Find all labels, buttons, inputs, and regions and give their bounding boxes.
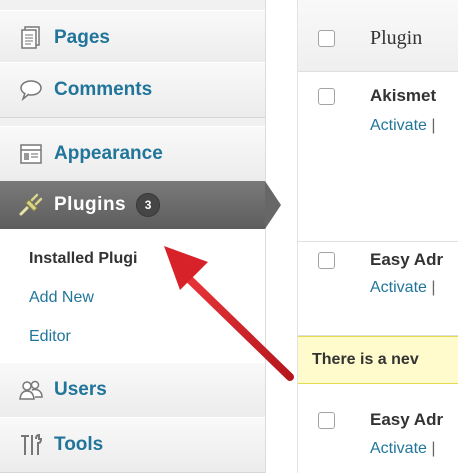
row-checkbox[interactable] [318,252,335,269]
menu-label-comments: Comments [54,79,153,100]
menu-label-plugins: Plugins [54,194,127,215]
row-checkbox[interactable] [318,412,335,429]
menu-item-plugins[interactable]: Plugins 3 [0,181,265,229]
row-actions: Activate | [370,279,436,297]
menu-item-appearance[interactable]: Appearance [0,126,265,182]
activate-link[interactable]: Activate [370,117,427,134]
plugin-update-count-badge: 3 [136,193,161,217]
action-separator: | [431,440,436,457]
plugins-table: Plugin Akismet Activate | Easy Adr Activ… [297,0,458,473]
action-separator: | [431,117,436,134]
update-notice: There is a nev [298,336,458,384]
table-row: Akismet Activate | [298,72,458,242]
row-actions: Activate | [370,440,436,458]
row-actions: Activate | [370,117,436,135]
users-icon [18,377,44,403]
plugin-name: Akismet [370,86,437,105]
action-separator: | [431,279,436,296]
submenu-editor[interactable]: Editor [29,328,71,346]
menu-item-pages[interactable]: Pages [0,10,265,66]
tools-icon [18,432,44,458]
menu-item-users[interactable]: Users [0,362,265,418]
menu-label-users: Users [54,379,107,400]
menu-label-tools: Tools [54,434,104,455]
pages-icon [18,25,44,51]
menu-label-appearance: Appearance [54,143,163,164]
submenu-installed-plugins[interactable]: Installed Plugi [29,250,137,268]
activate-link[interactable]: Activate [370,279,427,296]
row-checkbox[interactable] [318,88,335,105]
appearance-icon [18,141,44,167]
admin-sidebar: Pages Comments Appearance Plugins 3 Inst… [0,0,281,473]
plugins-icon [18,192,44,218]
table-row: Easy Adr Activate | [298,384,458,473]
plugin-name: Easy Adr [370,410,444,429]
plugin-name: Easy Adr [370,250,444,269]
menu-label-pages: Pages [54,27,110,48]
submenu-add-new[interactable]: Add New [29,289,94,307]
select-all-checkbox[interactable] [318,30,335,47]
comments-icon [18,77,44,103]
activate-link[interactable]: Activate [370,440,427,457]
table-header-row: Plugin [298,0,458,72]
active-menu-pointer [265,181,281,229]
menu-item-tools[interactable]: Tools [0,417,265,473]
table-row: Easy Adr Activate | [298,242,458,336]
column-header-plugin[interactable]: Plugin [370,27,422,50]
menu-item-comments[interactable]: Comments [0,62,265,118]
update-notice-text: There is a nev [312,351,419,368]
